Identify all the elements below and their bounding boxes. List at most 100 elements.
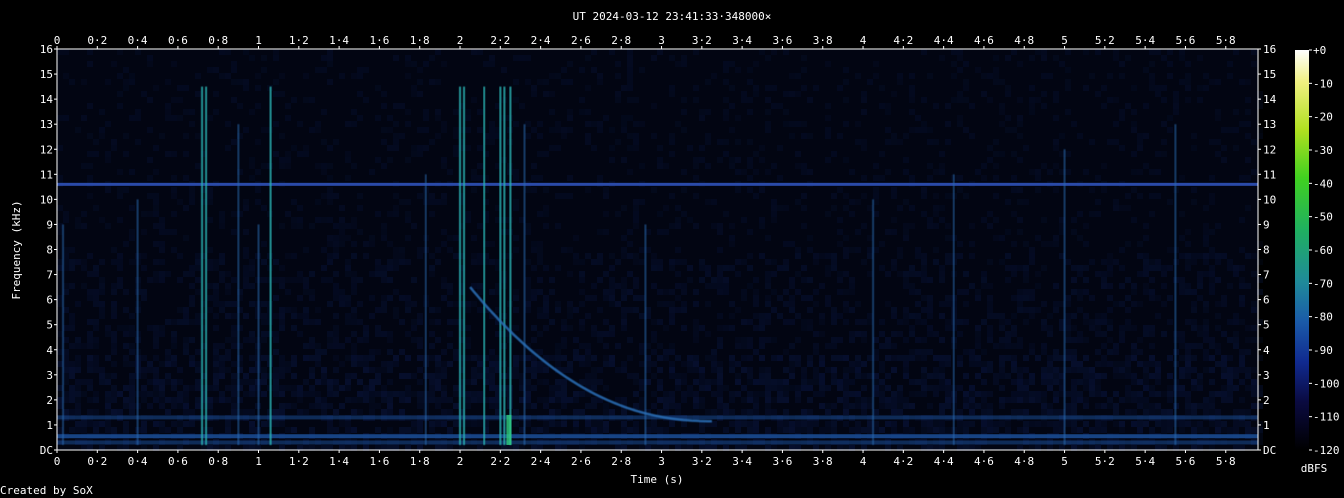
x-tick-label: 5·8 [1216,455,1236,468]
x-tick-label: 0·8 [208,34,228,47]
sferic-mark [872,199,875,445]
sferic-mark [952,174,955,445]
sferic-mark [459,86,462,445]
x-tick-label: 4 [860,34,867,47]
colorbar-tick-label: -120 [1313,444,1340,457]
sferic-mark [523,124,526,445]
x-tick-label: 3·4 [732,455,752,468]
x-tick-label: 2·4 [531,455,551,468]
x-tick-label: 1·2 [289,455,309,468]
y-tick-label: 12 [40,143,53,156]
sferic-mark [1174,124,1177,445]
x-tick-label: 0·6 [168,34,188,47]
colorbar-tick-label: -50 [1313,211,1333,224]
y-tick-label: 10 [1263,193,1276,206]
y-tick-label: 10 [40,193,53,206]
y-tick-label: 8 [46,244,53,257]
y-tick-label: 3 [1263,369,1270,382]
x-tick-label: 1·2 [289,34,309,47]
x-tick-label: 3·4 [732,34,752,47]
y-tick-label: 7 [1263,269,1270,282]
x-tick-label: 4·2 [893,455,913,468]
x-tick-label: 5·4 [1135,34,1155,47]
x-tick-label: 2·2 [490,455,510,468]
x-tick-label: 4·8 [1014,34,1034,47]
y-tick-label: 14 [1263,93,1277,106]
x-tick-label: 2 [457,34,464,47]
low-band-line [57,434,1258,439]
x-tick-label: 4 [860,455,867,468]
sferic-mark [1063,149,1066,445]
x-tick-label: 0·4 [128,34,148,47]
y-tick-label: 13 [40,118,53,131]
colorbar-tick-label: -60 [1313,244,1333,257]
x-tick-label: 5·4 [1135,455,1155,468]
colorbar-tick-label: +0 [1313,44,1326,57]
sferic-mark [201,86,204,445]
x-tick-label: 3·2 [692,455,712,468]
spectrogram-chart: UT 2024-03-12 23:41:33·348000× 0 0 0·2 0·2 0… [0,10,1340,497]
x-tick-label: 0·2 [87,455,107,468]
y-tick-label: DC [40,444,53,457]
x-tick-label: 4·6 [974,34,994,47]
sferic-mark [503,86,506,445]
colorbar-tick-label: -40 [1313,177,1333,190]
y-tick-label: 2 [1263,394,1270,407]
sferic-mark [424,174,427,445]
sferic-mark [463,86,466,445]
x-tick-label: 5·6 [1176,455,1196,468]
colorbar-tick-label: -100 [1313,377,1340,390]
y-tick-label: 7 [46,269,53,282]
x-tick-label: 0·6 [168,455,188,468]
x-tick-label: 4·6 [974,455,994,468]
x-tick-label: 2·2 [490,34,510,47]
x-tick-label: 2·6 [571,34,591,47]
x-tick-label: 3·6 [772,34,792,47]
y-tick-label: 11 [40,168,53,181]
colorbar [1295,50,1309,450]
sferic-mark [136,199,139,445]
x-tick-label: 4·4 [934,34,954,47]
x-tick-label: 5·8 [1216,34,1236,47]
chart-title: UT 2024-03-12 23:41:33·348000× [573,10,772,23]
y-tick-label: 5 [1263,319,1270,332]
sferic-mark [257,224,260,445]
x-tick-label: 3 [658,455,665,468]
sferic-mark [509,86,512,445]
x-tick-label: 3·2 [692,34,712,47]
x-tick-label: 4·2 [893,34,913,47]
sferic-mark [269,86,272,445]
colorbar-tick-label: -30 [1313,144,1333,157]
x-tick-label: 3·6 [772,455,792,468]
x-tick-label: 5·2 [1095,34,1115,47]
colorbar-tick-label: -70 [1313,277,1333,290]
x-tick-label: 0 [54,34,61,47]
x-tick-label: 1·4 [329,455,349,468]
y-tick-label: 6 [1263,294,1270,307]
y-tick-label: 1 [1263,419,1270,432]
sferic-mark [237,124,240,445]
y-tick-label: 8 [1263,244,1270,257]
x-tick-label: 3·8 [813,455,833,468]
y-tick-label: 2 [46,394,53,407]
y-tick-label: 15 [40,68,53,81]
sferic-mark [499,86,502,445]
x-tick-label: 5 [1061,34,1068,47]
y-tick-label: DC [1263,444,1276,457]
x-tick-label: 1·8 [410,455,430,468]
x-tick-label: 4·8 [1014,455,1034,468]
x-tick-label: 5·2 [1095,455,1115,468]
y-tick-label: 9 [46,218,53,231]
y-axis-label: Frequency (kHz) [10,200,23,299]
x-tick-label: 4·4 [934,455,954,468]
y-tick-label: 3 [46,369,53,382]
y-tick-label: 16 [40,43,53,56]
x-tick-label: 1·6 [369,455,389,468]
colorbar-label: dBFS [1301,462,1328,475]
x-tick-label: 2·4 [531,34,551,47]
sferic-mark [62,224,65,445]
x-tick-label: 0·8 [208,455,228,468]
x-tick-label: 5 [1061,455,1068,468]
x-tick-label: 3 [658,34,665,47]
x-tick-label: 0·4 [128,455,148,468]
